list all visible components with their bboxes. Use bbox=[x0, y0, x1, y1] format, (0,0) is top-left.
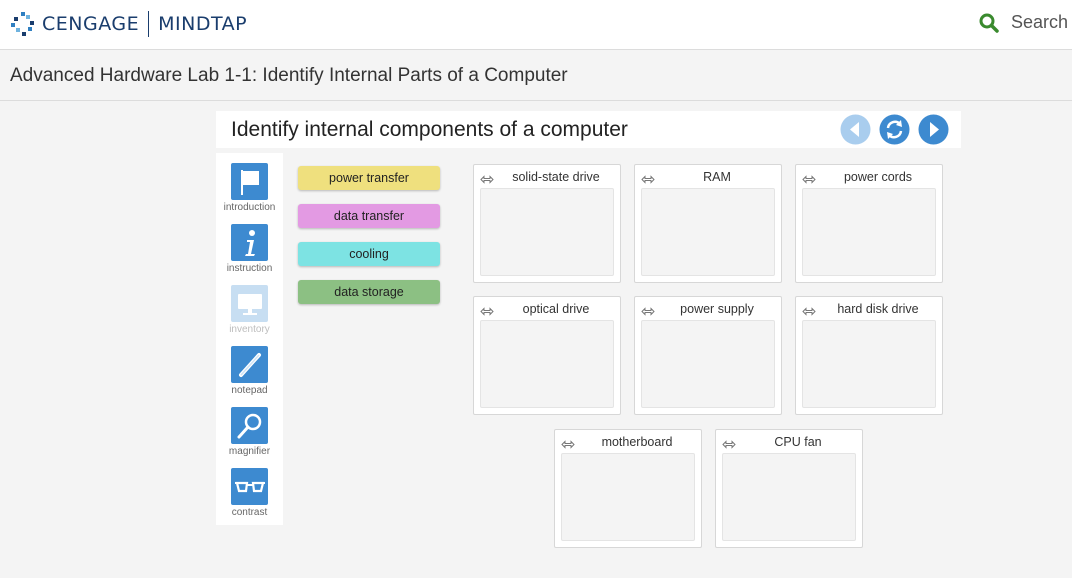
glasses-icon bbox=[231, 468, 268, 505]
card-label: CPU fan bbox=[774, 435, 822, 449]
drag-handle-icon[interactable] bbox=[561, 436, 575, 454]
drag-handle-icon[interactable] bbox=[722, 436, 736, 454]
drop-zone[interactable] bbox=[802, 320, 936, 408]
drag-handle-icon[interactable] bbox=[802, 303, 816, 321]
card-hard-disk-drive: hard disk drive bbox=[795, 296, 943, 415]
next-icon bbox=[918, 114, 949, 145]
next-button[interactable] bbox=[918, 114, 949, 145]
tool-contrast[interactable]: contrast bbox=[216, 468, 283, 518]
chip-cooling[interactable]: cooling bbox=[298, 242, 440, 266]
card-label: power supply bbox=[680, 302, 754, 316]
flag-icon bbox=[231, 163, 268, 200]
tool-label: magnifier bbox=[228, 446, 271, 457]
chip-data-storage[interactable]: data storage bbox=[298, 280, 440, 304]
tool-label: contrast bbox=[231, 507, 268, 518]
cengage-logo-mark-icon bbox=[10, 11, 36, 37]
tool-instruction[interactable]: instruction bbox=[216, 224, 283, 274]
activity-header: Identify internal components of a comput… bbox=[216, 111, 961, 148]
card-ram: RAM bbox=[634, 164, 782, 283]
drag-handle-icon[interactable] bbox=[480, 303, 494, 321]
tool-label: notepad bbox=[231, 385, 268, 396]
brand-name: CENGAGE bbox=[42, 13, 140, 35]
info-icon bbox=[231, 224, 268, 261]
page-title: Advanced Hardware Lab 1-1: Identify Inte… bbox=[10, 65, 568, 86]
search-button[interactable]: Search bbox=[979, 12, 1068, 33]
monitor-icon bbox=[231, 285, 268, 322]
card-label: motherboard bbox=[601, 435, 673, 449]
previous-button[interactable] bbox=[840, 114, 871, 145]
card-cpu-fan: CPU fan bbox=[715, 429, 863, 548]
tool-introduction[interactable]: introduction bbox=[216, 163, 283, 213]
search-icon bbox=[979, 13, 999, 33]
drop-zone[interactable] bbox=[561, 453, 695, 541]
tool-label: introduction bbox=[223, 202, 276, 213]
drop-zone[interactable] bbox=[480, 320, 614, 408]
cengage-logo[interactable]: CENGAGE MINDTAP bbox=[10, 9, 247, 39]
drag-handle-icon[interactable] bbox=[641, 171, 655, 189]
tool-magnifier[interactable]: magnifier bbox=[216, 407, 283, 457]
card-power-cords: power cords bbox=[795, 164, 943, 283]
brand-divider bbox=[148, 11, 150, 37]
tool-inventory: inventory bbox=[216, 285, 283, 335]
drop-zone[interactable] bbox=[641, 320, 775, 408]
drop-zone[interactable] bbox=[641, 188, 775, 276]
product-name: MINDTAP bbox=[158, 13, 248, 35]
drop-zone[interactable] bbox=[480, 188, 614, 276]
reset-button[interactable] bbox=[879, 114, 910, 145]
drag-handle-icon[interactable] bbox=[802, 171, 816, 189]
card-label: hard disk drive bbox=[837, 302, 919, 316]
drop-zone[interactable] bbox=[722, 453, 856, 541]
card-label: RAM bbox=[703, 170, 731, 184]
card-label: solid-state drive bbox=[512, 170, 600, 184]
chip-power-transfer[interactable]: power transfer bbox=[298, 166, 440, 190]
top-bar: CENGAGE MINDTAP Search bbox=[0, 0, 1072, 50]
search-label: Search bbox=[1010, 12, 1068, 32]
card-label: optical drive bbox=[522, 302, 590, 316]
previous-icon bbox=[840, 114, 871, 145]
activity-title: Identify internal components of a comput… bbox=[231, 118, 628, 141]
card-label: power cords bbox=[843, 170, 913, 184]
pencil-icon bbox=[231, 346, 268, 383]
drop-zone[interactable] bbox=[802, 188, 936, 276]
card-optical-drive: optical drive bbox=[473, 296, 621, 415]
card-motherboard: motherboard bbox=[554, 429, 702, 548]
tool-label: inventory bbox=[229, 324, 270, 335]
tool-label: instruction bbox=[226, 263, 273, 274]
tool-notepad[interactable]: notepad bbox=[216, 346, 283, 396]
refresh-icon bbox=[879, 114, 910, 145]
chip-data-transfer[interactable]: data transfer bbox=[298, 204, 440, 228]
tool-sidebar: introduction instruction inventory notep… bbox=[216, 153, 283, 525]
drag-handle-icon[interactable] bbox=[480, 171, 494, 189]
card-power-supply: power supply bbox=[634, 296, 782, 415]
magnifier-icon bbox=[231, 407, 268, 444]
page-title-bar: Advanced Hardware Lab 1-1: Identify Inte… bbox=[0, 50, 1072, 101]
card-solid-state-drive: solid-state drive bbox=[473, 164, 621, 283]
drag-handle-icon[interactable] bbox=[641, 303, 655, 321]
